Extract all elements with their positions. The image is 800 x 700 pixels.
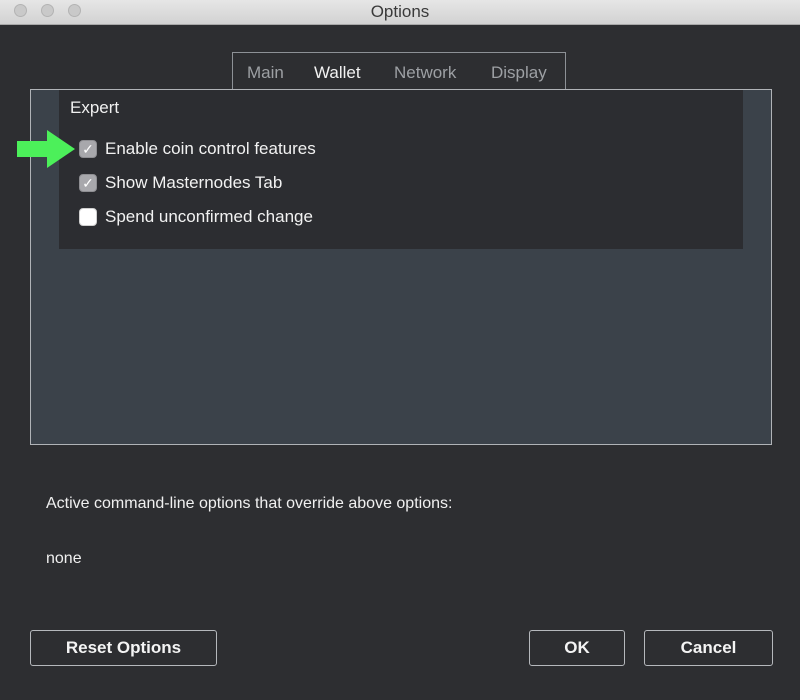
tab-main[interactable]: Main: [247, 63, 284, 83]
coin-control-checkbox[interactable]: ✓: [79, 140, 97, 158]
ok-button[interactable]: OK: [529, 630, 625, 666]
cancel-button[interactable]: Cancel: [644, 630, 773, 666]
option-spend-unconfirmed[interactable]: Spend unconfirmed change: [79, 207, 313, 227]
expert-group: Expert ✓ Enable coin control features ✓ …: [59, 90, 743, 249]
wallet-tab-panel: Expert ✓ Enable coin control features ✓ …: [30, 89, 772, 445]
option-coin-control[interactable]: ✓ Enable coin control features: [79, 139, 316, 159]
spend-unconfirmed-checkbox[interactable]: [79, 208, 97, 226]
masternodes-tab-checkbox[interactable]: ✓: [79, 174, 97, 192]
tab-wallet[interactable]: Wallet: [314, 63, 361, 83]
reset-options-button[interactable]: Reset Options: [30, 630, 217, 666]
green-arrow-icon: [17, 130, 75, 168]
coin-control-label: Enable coin control features: [105, 139, 316, 158]
tab-display[interactable]: Display: [491, 63, 547, 83]
window-title: Options: [370, 2, 430, 21]
masternodes-tab-label: Show Masternodes Tab: [105, 173, 283, 192]
option-masternodes-tab[interactable]: ✓ Show Masternodes Tab: [79, 173, 282, 193]
title-bar: Options: [0, 0, 800, 25]
override-options-label: Active command-line options that overrid…: [46, 495, 453, 512]
tab-network[interactable]: Network: [394, 63, 456, 83]
spend-unconfirmed-label: Spend unconfirmed change: [105, 207, 313, 226]
override-options-value: none: [46, 550, 82, 567]
tab-bar: Main Wallet Network Display: [232, 52, 566, 90]
expert-group-title: Expert: [70, 98, 120, 117]
